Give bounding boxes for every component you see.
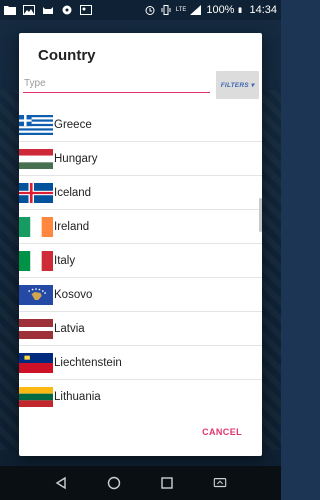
back-button[interactable] [54, 476, 68, 490]
list-scrollbar[interactable] [259, 198, 262, 232]
list-item[interactable]: Italy [19, 244, 262, 278]
search-row: FILTERS ▾ [23, 71, 259, 101]
screen-mirror-icon [214, 478, 227, 488]
country-name: Ireland [54, 220, 90, 233]
country-name: Liechtenstein [54, 356, 122, 369]
latvia-flag-icon [19, 318, 53, 339]
country-name: Lithuania [54, 390, 101, 403]
hungary-flag-icon [19, 148, 53, 169]
signal-icon [190, 5, 202, 15]
country-dialog: Country FILTERS ▾ Greece Hungary [19, 33, 262, 456]
network-type: LTE [175, 7, 187, 13]
list-item[interactable]: Iceland [19, 176, 262, 210]
image-alt-icon [80, 5, 92, 15]
list-item[interactable]: Kosovo [19, 278, 262, 312]
country-list[interactable]: Greece Hungary Iceland Ireland Italy Kos… [19, 108, 262, 408]
country-name: Hungary [54, 152, 98, 165]
battery-icon [239, 7, 242, 13]
filters-button[interactable]: FILTERS ▾ [216, 71, 259, 99]
home-circle-icon [107, 476, 121, 490]
list-item[interactable]: Lithuania [19, 380, 262, 408]
cat-icon [43, 7, 53, 14]
alarm-icon [145, 6, 155, 15]
list-item[interactable]: Hungary [19, 142, 262, 176]
list-item[interactable]: Greece [19, 108, 262, 142]
recents-square-icon [161, 477, 173, 489]
list-item[interactable]: Liechtenstein [19, 346, 262, 380]
kosovo-flag-icon [19, 284, 53, 305]
image-icon [23, 5, 35, 15]
country-search-input[interactable] [23, 75, 210, 93]
home-button[interactable] [107, 476, 121, 490]
cancel-button[interactable]: CANCEL [202, 427, 242, 437]
iceland-flag-icon [19, 182, 53, 203]
greece-flag-icon [19, 114, 53, 135]
country-name: Iceland [54, 186, 92, 199]
notification-icons [4, 5, 92, 15]
back-triangle-icon [55, 476, 66, 490]
list-item[interactable]: Ireland [19, 210, 262, 244]
battery-percentage: 100% [206, 4, 235, 16]
vibrate-icon [161, 5, 171, 15]
country-name: Latvia [54, 322, 85, 335]
soccer-ball-icon [62, 5, 72, 15]
lithuania-flag-icon [19, 386, 53, 407]
ireland-flag-icon [19, 216, 53, 237]
italy-flag-icon [19, 250, 53, 271]
country-name: Greece [54, 118, 92, 131]
folder-icon [4, 6, 16, 15]
status-bar: LTE 100% 14:34 [0, 0, 281, 20]
navigation-bar [0, 466, 281, 500]
country-name: Italy [54, 254, 76, 267]
recents-button[interactable] [160, 476, 174, 490]
clock: 14:34 [249, 4, 277, 16]
liechtenstein-flag-icon [19, 352, 53, 373]
screen-mirror-button[interactable] [213, 476, 227, 490]
dialog-title: Country [38, 47, 96, 64]
system-icons: LTE 100% 14:34 [144, 4, 277, 16]
country-name: Kosovo [54, 288, 93, 301]
list-item[interactable]: Latvia [19, 312, 262, 346]
